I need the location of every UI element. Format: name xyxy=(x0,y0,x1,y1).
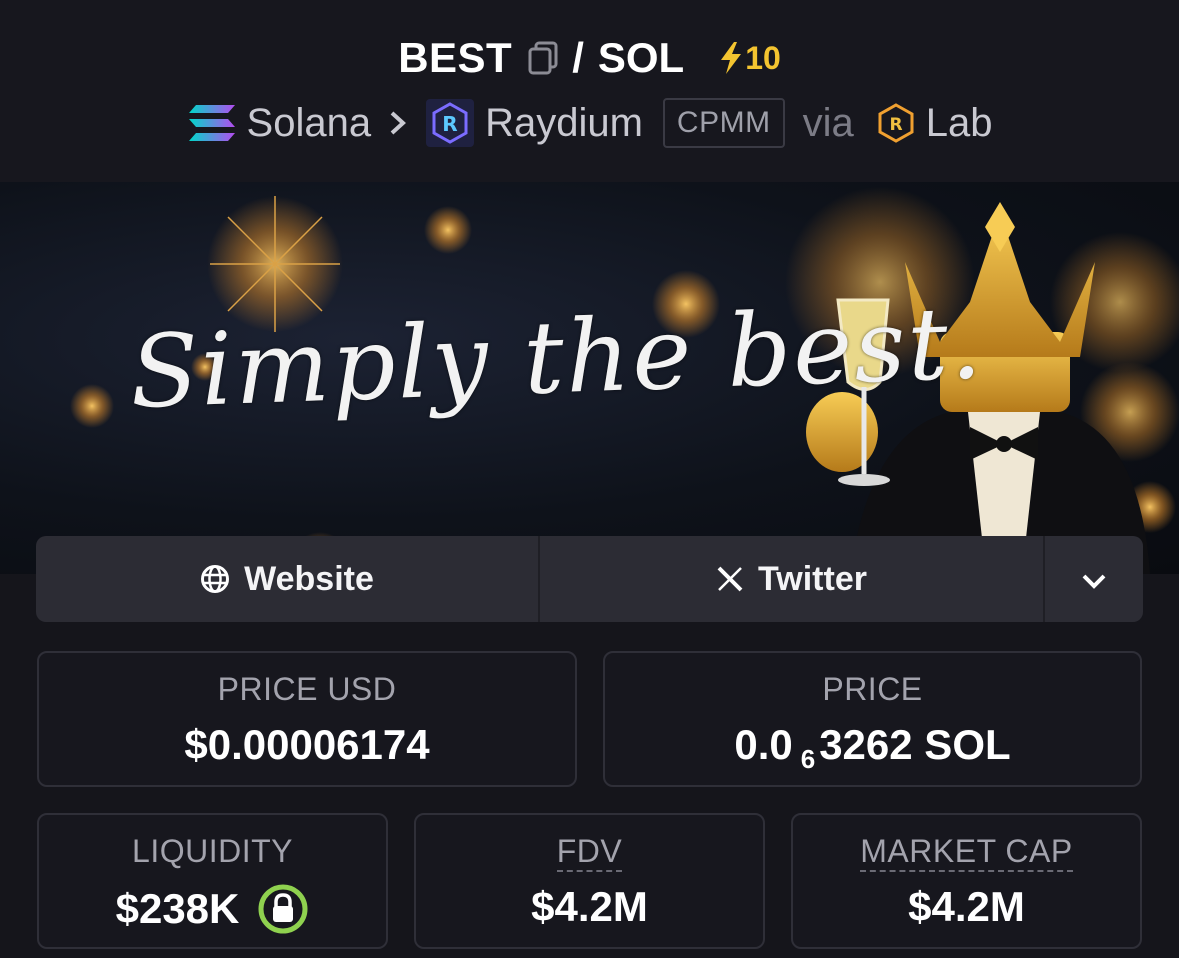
market-cap-card[interactable]: MARKET CAP $4.2M xyxy=(791,813,1142,949)
pool-type-badge: CPMM xyxy=(662,98,785,148)
raydium-icon: R xyxy=(425,98,475,148)
quote-token-symbol: SOL xyxy=(597,34,685,81)
price-native-card: PRICE 0.0 6 3262 SOL xyxy=(603,651,1142,787)
social-links-bar: Website Twitter xyxy=(36,536,1143,622)
svg-text:R: R xyxy=(442,112,457,136)
base-token-symbol: BEST xyxy=(398,34,513,81)
price-native-prefix: 0.0 xyxy=(734,721,793,768)
lightning-icon xyxy=(718,41,744,75)
launchpad-icon: R xyxy=(876,103,916,143)
dex-link[interactable]: Raydium xyxy=(485,101,643,146)
price-native-label: PRICE xyxy=(822,671,923,707)
launchpad-link[interactable]: Lab xyxy=(926,101,993,146)
price-native-zero-count: 6 xyxy=(800,743,816,774)
price-usd-card: PRICE USD $0.00006174 xyxy=(37,651,577,787)
boost-count: 10 xyxy=(745,39,781,76)
market-cap-value: $4.2M xyxy=(908,883,1025,930)
via-label: via xyxy=(802,100,854,145)
chain-link[interactable]: Solana xyxy=(247,101,372,146)
fdv-label: FDV xyxy=(416,833,763,872)
pair-title: BEST / SOL 10 xyxy=(0,30,1179,86)
liquidity-value: $238K xyxy=(115,885,240,932)
website-button[interactable]: Website xyxy=(36,536,540,622)
copy-icon[interactable] xyxy=(526,40,560,76)
pair-header: BEST / SOL 10 Solana R Raydium CPMM via … xyxy=(0,0,1179,182)
route-breadcrumb: Solana R Raydium CPMM via R Lab xyxy=(0,94,1179,152)
fdv-card[interactable]: FDV $4.2M xyxy=(414,813,765,949)
price-native-value: 0.0 6 3262 SOL xyxy=(605,721,1140,774)
fdv-value: $4.2M xyxy=(531,883,648,930)
price-native-digits: 3262 SOL xyxy=(819,721,1011,768)
svg-text:R: R xyxy=(889,115,902,135)
token-banner-image: Simply the best. xyxy=(0,182,1179,574)
chevron-down-icon xyxy=(1081,560,1107,599)
twitter-label: Twitter xyxy=(758,559,867,598)
website-label: Website xyxy=(244,559,374,598)
price-usd-label: PRICE USD xyxy=(217,671,397,707)
boost-badge[interactable]: 10 xyxy=(718,40,781,77)
twitter-button[interactable]: Twitter xyxy=(540,536,1045,622)
token-page: BEST / SOL 10 Solana R Raydium CPMM via … xyxy=(0,0,1179,958)
solana-icon xyxy=(187,98,237,148)
liquidity-value-row: $238K xyxy=(39,883,386,935)
market-cap-label: MARKET CAP xyxy=(793,833,1140,872)
price-usd-value: $0.00006174 xyxy=(184,721,430,768)
globe-icon xyxy=(200,564,230,594)
more-links-button[interactable] xyxy=(1045,536,1143,622)
x-logo-icon xyxy=(716,565,744,593)
liquidity-label: LIQUIDITY xyxy=(132,833,293,869)
liquidity-lock-icon[interactable] xyxy=(257,883,309,935)
chevron-right-icon xyxy=(387,108,409,138)
pair-separator: / xyxy=(572,34,584,81)
liquidity-card: LIQUIDITY $238K xyxy=(37,813,388,949)
banner-slogan: Simply the best. xyxy=(128,284,986,431)
